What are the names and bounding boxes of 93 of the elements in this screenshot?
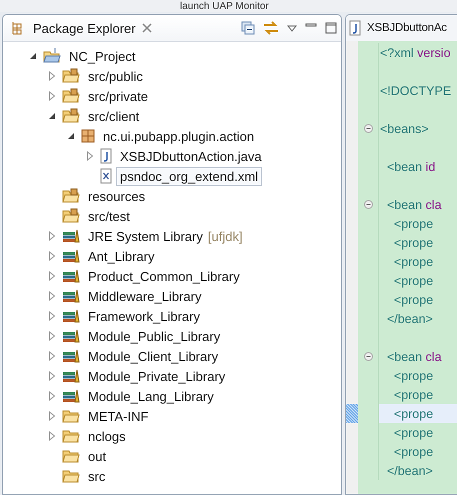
tree-item[interactable]: src/test <box>84 206 134 226</box>
books-icon <box>62 229 80 243</box>
code-line: <prope <box>392 254 434 268</box>
collapsed-arrow-icon[interactable] <box>86 151 94 161</box>
folder-icon <box>62 449 80 463</box>
tree-item[interactable]: NC_Project <box>65 46 140 66</box>
project-folder-icon <box>43 48 61 64</box>
code-line: <bean cla <box>386 350 442 364</box>
collapsed-arrow-icon[interactable] <box>48 411 56 421</box>
books-icon <box>62 289 80 303</box>
package-explorer-icon <box>11 21 23 35</box>
tree-item[interactable]: Module_Client_Library <box>84 346 222 366</box>
package-folder-icon <box>62 208 80 224</box>
tree-item[interactable]: Module_Lang_Library <box>84 386 218 406</box>
tree-item[interactable]: psndoc_org_extend.xml <box>116 166 262 186</box>
expanded-arrow-icon[interactable] <box>29 52 37 60</box>
code-line: <?xml versio <box>380 46 451 60</box>
code-line: <prope <box>392 444 434 458</box>
tree-item[interactable]: src/private <box>84 86 152 106</box>
books-icon <box>62 309 80 323</box>
collapsed-arrow-icon[interactable] <box>48 391 56 401</box>
tree-item[interactable]: src <box>84 466 110 486</box>
folder-icon <box>62 469 80 483</box>
code-line: <!DOCTYPE <box>380 84 452 98</box>
tree-item[interactable]: Product_Common_Library <box>84 266 244 286</box>
tree-item-decoration: [ufjdk] <box>208 228 243 244</box>
tree-item[interactable]: src/client <box>84 106 144 126</box>
collapsed-arrow-icon[interactable] <box>48 291 56 301</box>
collapsed-arrow-icon[interactable] <box>48 231 56 241</box>
tree-item[interactable]: src/public <box>84 66 147 86</box>
maximize-icon[interactable] <box>325 22 337 34</box>
code-line: <prope <box>392 216 434 230</box>
collapsed-arrow-icon[interactable] <box>48 251 56 261</box>
package-folder-icon <box>62 88 80 104</box>
collapsed-arrow-icon[interactable] <box>48 431 56 441</box>
expanded-arrow-icon[interactable] <box>48 112 56 120</box>
books-icon <box>62 329 80 343</box>
collapsed-arrow-icon[interactable] <box>48 271 56 281</box>
toolbar-label[interactable]: launch UAP Monitor <box>180 1 269 12</box>
fold-icon[interactable] <box>364 352 372 361</box>
java-file-icon <box>100 148 112 164</box>
collapsed-arrow-icon[interactable] <box>48 91 56 101</box>
view-menu-icon[interactable] <box>287 24 297 32</box>
code-line: </bean> <box>386 312 433 326</box>
code-line: <prope <box>392 426 434 440</box>
code-line: <prope <box>392 274 434 288</box>
code-line: <bean id <box>386 160 436 174</box>
books-icon <box>62 349 80 363</box>
code-line: <bean cla <box>386 198 442 212</box>
editor-tab-title: XSBJDbuttonAc <box>367 22 447 34</box>
books-icon <box>62 249 80 263</box>
package-folder-icon <box>62 188 80 204</box>
books-icon <box>62 369 80 383</box>
view-title: Package Explorer <box>33 20 136 36</box>
xml-file-icon <box>100 168 112 184</box>
close-icon[interactable] <box>142 23 152 33</box>
fold-icon[interactable] <box>364 124 372 133</box>
code-line: <prope <box>392 236 434 250</box>
tree-item[interactable]: nc.ui.pubapp.plugin.action <box>99 126 258 146</box>
code-line: <prope <box>392 388 434 402</box>
collapsed-arrow-icon[interactable] <box>48 311 56 321</box>
code-line: <prope <box>392 368 434 382</box>
tree-item[interactable]: XSBJDbuttonAction.java <box>116 146 266 166</box>
collapsed-arrow-icon[interactable] <box>48 351 56 361</box>
collapsed-arrow-icon[interactable] <box>48 331 56 341</box>
tree-item[interactable]: resources <box>84 186 150 206</box>
code-line: <prope <box>392 406 434 420</box>
tree-item[interactable]: Module_Public_Library <box>84 326 224 346</box>
collapsed-arrow-icon[interactable] <box>48 371 56 381</box>
tree-item[interactable]: Ant_Library <box>84 246 158 266</box>
expanded-arrow-icon[interactable] <box>67 132 75 140</box>
package-icon <box>81 129 95 143</box>
collapsed-arrow-icon[interactable] <box>48 71 56 81</box>
package-folder-icon <box>62 108 80 124</box>
books-icon <box>62 269 80 283</box>
tree-item[interactable]: out <box>84 446 110 466</box>
code-line: </bean> <box>386 464 433 478</box>
tree-item[interactable]: nclogs <box>84 426 130 446</box>
tree-item[interactable]: JRE System Library <box>84 226 207 246</box>
collapse-all-icon[interactable] <box>241 21 255 35</box>
tree-item[interactable]: Framework_Library <box>84 306 204 326</box>
sync-arrows-icon[interactable] <box>263 21 279 35</box>
code-line: <beans> <box>380 122 429 136</box>
package-folder-icon <box>62 68 80 84</box>
folder-icon <box>62 429 80 443</box>
java-file-icon <box>349 20 361 36</box>
folder-icon <box>62 409 80 423</box>
tree-item[interactable]: META-INF <box>84 406 152 426</box>
tree-item[interactable]: Module_Private_Library <box>84 366 230 386</box>
tree-item[interactable]: Middleware_Library <box>84 286 206 306</box>
code-line: <prope <box>392 292 434 306</box>
fold-icon[interactable] <box>364 200 372 209</box>
books-icon <box>62 389 80 403</box>
